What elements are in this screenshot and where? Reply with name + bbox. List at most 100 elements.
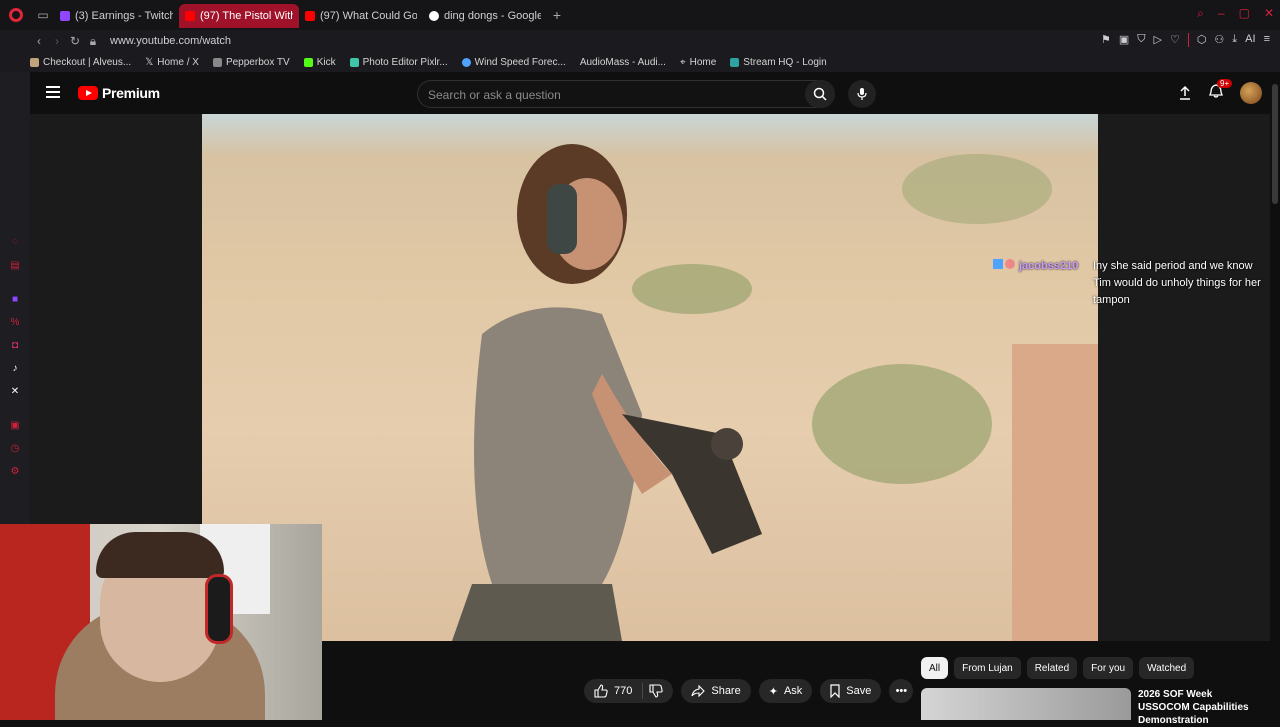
tab-bar: ▭ (3) Earnings - Twitch (97) The Pistol … xyxy=(0,0,1280,30)
webcam-overlay xyxy=(0,524,322,720)
bookmark-label: Checkout | Alveus... xyxy=(43,56,132,68)
like-button[interactable]: 770 xyxy=(594,683,644,699)
chip-watched[interactable]: Watched xyxy=(1139,657,1195,679)
snapshot-icon[interactable]: ▣ xyxy=(1119,33,1129,47)
bookmark-icon[interactable]: ⚑ xyxy=(1101,33,1111,47)
instagram-icon[interactable]: ◘ xyxy=(9,340,21,352)
search-tabs-icon[interactable]: ⌕ xyxy=(1197,6,1204,21)
search-placeholder: Search or ask a question xyxy=(428,88,561,102)
search-input[interactable]: Search or ask a question xyxy=(417,80,835,108)
save-button[interactable]: Save xyxy=(820,679,882,703)
page-scrollbar[interactable] xyxy=(1272,84,1278,204)
alveus-icon xyxy=(30,57,39,67)
thumbs-up-icon xyxy=(594,684,608,698)
chip-from-lujan[interactable]: From Lujan xyxy=(954,657,1021,679)
video-thumbnail[interactable] xyxy=(921,688,1131,720)
bookmark-home-x[interactable]: 𝕏 Home / X xyxy=(145,57,199,68)
like-count: 770 xyxy=(614,685,633,697)
bookmark-wind-speed[interactable]: Wind Speed Forec... xyxy=(461,57,566,68)
browser-chrome: ▭ (3) Earnings - Twitch (97) The Pistol … xyxy=(0,0,1280,72)
tab-google-search[interactable]: ding dongs - Google Search xyxy=(423,4,547,28)
ask-button[interactable]: ✦ Ask xyxy=(758,679,813,703)
aria-icon[interactable]: ◌ xyxy=(9,236,21,248)
video-title[interactable]: 2026 SOF Week USSOCOM Capabilities Demon… xyxy=(1138,688,1263,727)
pepperbox-icon xyxy=(212,57,222,67)
workspace-icon[interactable]: ▭ xyxy=(32,0,54,30)
recommendation-filter-chips: All From Lujan Related For you Watched xyxy=(921,657,1195,679)
maximize-icon[interactable]: ▢ xyxy=(1239,6,1250,21)
tab-twitch-earnings[interactable]: (3) Earnings - Twitch xyxy=(54,4,179,28)
youtube-logo[interactable]: Premium xyxy=(78,85,160,101)
heart-icon[interactable]: ♡ xyxy=(1170,33,1180,47)
video-player[interactable] xyxy=(202,114,1098,641)
bookmark-checkout[interactable]: Checkout | Alveus... xyxy=(30,57,131,68)
bookmark-label: Home xyxy=(689,56,717,68)
more-actions-button[interactable]: ••• xyxy=(889,679,914,703)
address-bar-icons: ⚑ ▣ ⛉ ▷ ♡ ⬡ ⚇ ⤓ AI ≡ xyxy=(1101,33,1270,47)
history-icon[interactable]: ▣ xyxy=(9,420,21,432)
send-icon[interactable]: ▷ xyxy=(1153,33,1161,47)
opera-logo-icon[interactable] xyxy=(0,0,32,30)
bookmark-pepperbox[interactable]: Pepperbox TV xyxy=(212,57,290,68)
chip-all[interactable]: All xyxy=(921,657,949,679)
streamer-hair xyxy=(96,532,224,578)
back-button[interactable]: ‹ xyxy=(30,34,48,48)
bookmark-home[interactable]: ⌖ Home xyxy=(680,57,716,68)
globe-icon xyxy=(461,57,471,67)
sparkle-icon: ✦ xyxy=(768,685,778,698)
forward-button[interactable]: › xyxy=(48,34,66,48)
share-icon xyxy=(691,685,706,697)
share-button[interactable]: Share xyxy=(681,679,751,703)
bookmark-pixlr[interactable]: Photo Editor Pixlr... xyxy=(349,56,448,68)
bookmark-stream-hq[interactable]: Stream HQ - Login xyxy=(730,57,827,68)
twitch-icon[interactable]: ■ xyxy=(9,294,21,306)
chat-badge-icon xyxy=(1005,259,1015,269)
bookmark-label: Photo Editor Pixlr... xyxy=(362,56,448,68)
crypto-wallet-icon[interactable]: ▤ xyxy=(9,260,21,272)
tab-youtube-pistol[interactable]: (97) The Pistol With An xyxy=(179,4,299,28)
recommended-video[interactable]: 2026 SOF Week USSOCOM Capabilities Demon… xyxy=(921,688,1261,726)
minimize-icon[interactable]: – xyxy=(1218,6,1225,21)
url-field[interactable]: www.youtube.com/watch xyxy=(110,35,231,47)
search-button[interactable] xyxy=(805,80,835,108)
upload-icon[interactable] xyxy=(1178,85,1192,101)
tab-youtube-what-could[interactable]: (97) What Could Go Wrong xyxy=(299,4,423,28)
pin-icon: ⌖ xyxy=(679,56,686,68)
chip-for-you[interactable]: For you xyxy=(1083,657,1134,679)
youtube-favicon-icon xyxy=(185,11,195,21)
settings-icon[interactable]: ⚙ xyxy=(9,466,21,478)
ai-icon[interactable]: AI xyxy=(1245,33,1255,47)
headset-icon xyxy=(205,574,233,644)
youtube-favicon-icon xyxy=(305,11,315,21)
bookmark-kick[interactable]: Kick xyxy=(303,57,336,68)
thumbs-down-icon[interactable] xyxy=(649,684,664,698)
notification-badge: 9+ xyxy=(1217,78,1233,88)
percent-icon[interactable]: % xyxy=(9,317,21,329)
close-icon[interactable]: ✕ xyxy=(1264,6,1274,21)
download-icon[interactable]: ⤓ xyxy=(1232,33,1237,47)
avatar[interactable] xyxy=(1240,82,1262,104)
ask-label: Ask xyxy=(783,685,803,697)
new-tab-button[interactable]: + xyxy=(547,7,567,23)
reload-button[interactable]: ↻ xyxy=(66,34,84,48)
menu-icon[interactable]: ≡ xyxy=(1264,33,1270,47)
streamhq-icon xyxy=(730,57,740,67)
hamburger-menu-icon[interactable] xyxy=(46,86,60,98)
x-icon[interactable]: ✕ xyxy=(9,386,21,398)
more-icon: ••• xyxy=(895,685,908,697)
x-logo-icon: 𝕏 xyxy=(145,56,154,68)
bookmark-icon xyxy=(830,684,840,698)
tiktok-icon[interactable]: ♪ xyxy=(9,363,21,375)
shield-icon[interactable]: ⛉ xyxy=(1137,33,1145,47)
bookmark-audiomass[interactable]: AudioMass - Audi... xyxy=(580,57,666,68)
video-actions: 770 Share ✦ Ask Save ••• xyxy=(584,679,914,703)
search-icon xyxy=(813,87,827,101)
chip-related[interactable]: Related xyxy=(1026,657,1078,679)
chat-message-text: Iny she said period and we know Tim woul… xyxy=(1093,260,1261,306)
account-icon[interactable]: ⚇ xyxy=(1214,33,1224,47)
clock-icon[interactable]: ◷ xyxy=(9,443,21,455)
notifications-button[interactable]: 9+ xyxy=(1208,78,1233,104)
extensions-icon[interactable]: ⬡ xyxy=(1197,33,1207,47)
voice-search-button[interactable] xyxy=(848,80,876,108)
divider xyxy=(1187,33,1189,47)
